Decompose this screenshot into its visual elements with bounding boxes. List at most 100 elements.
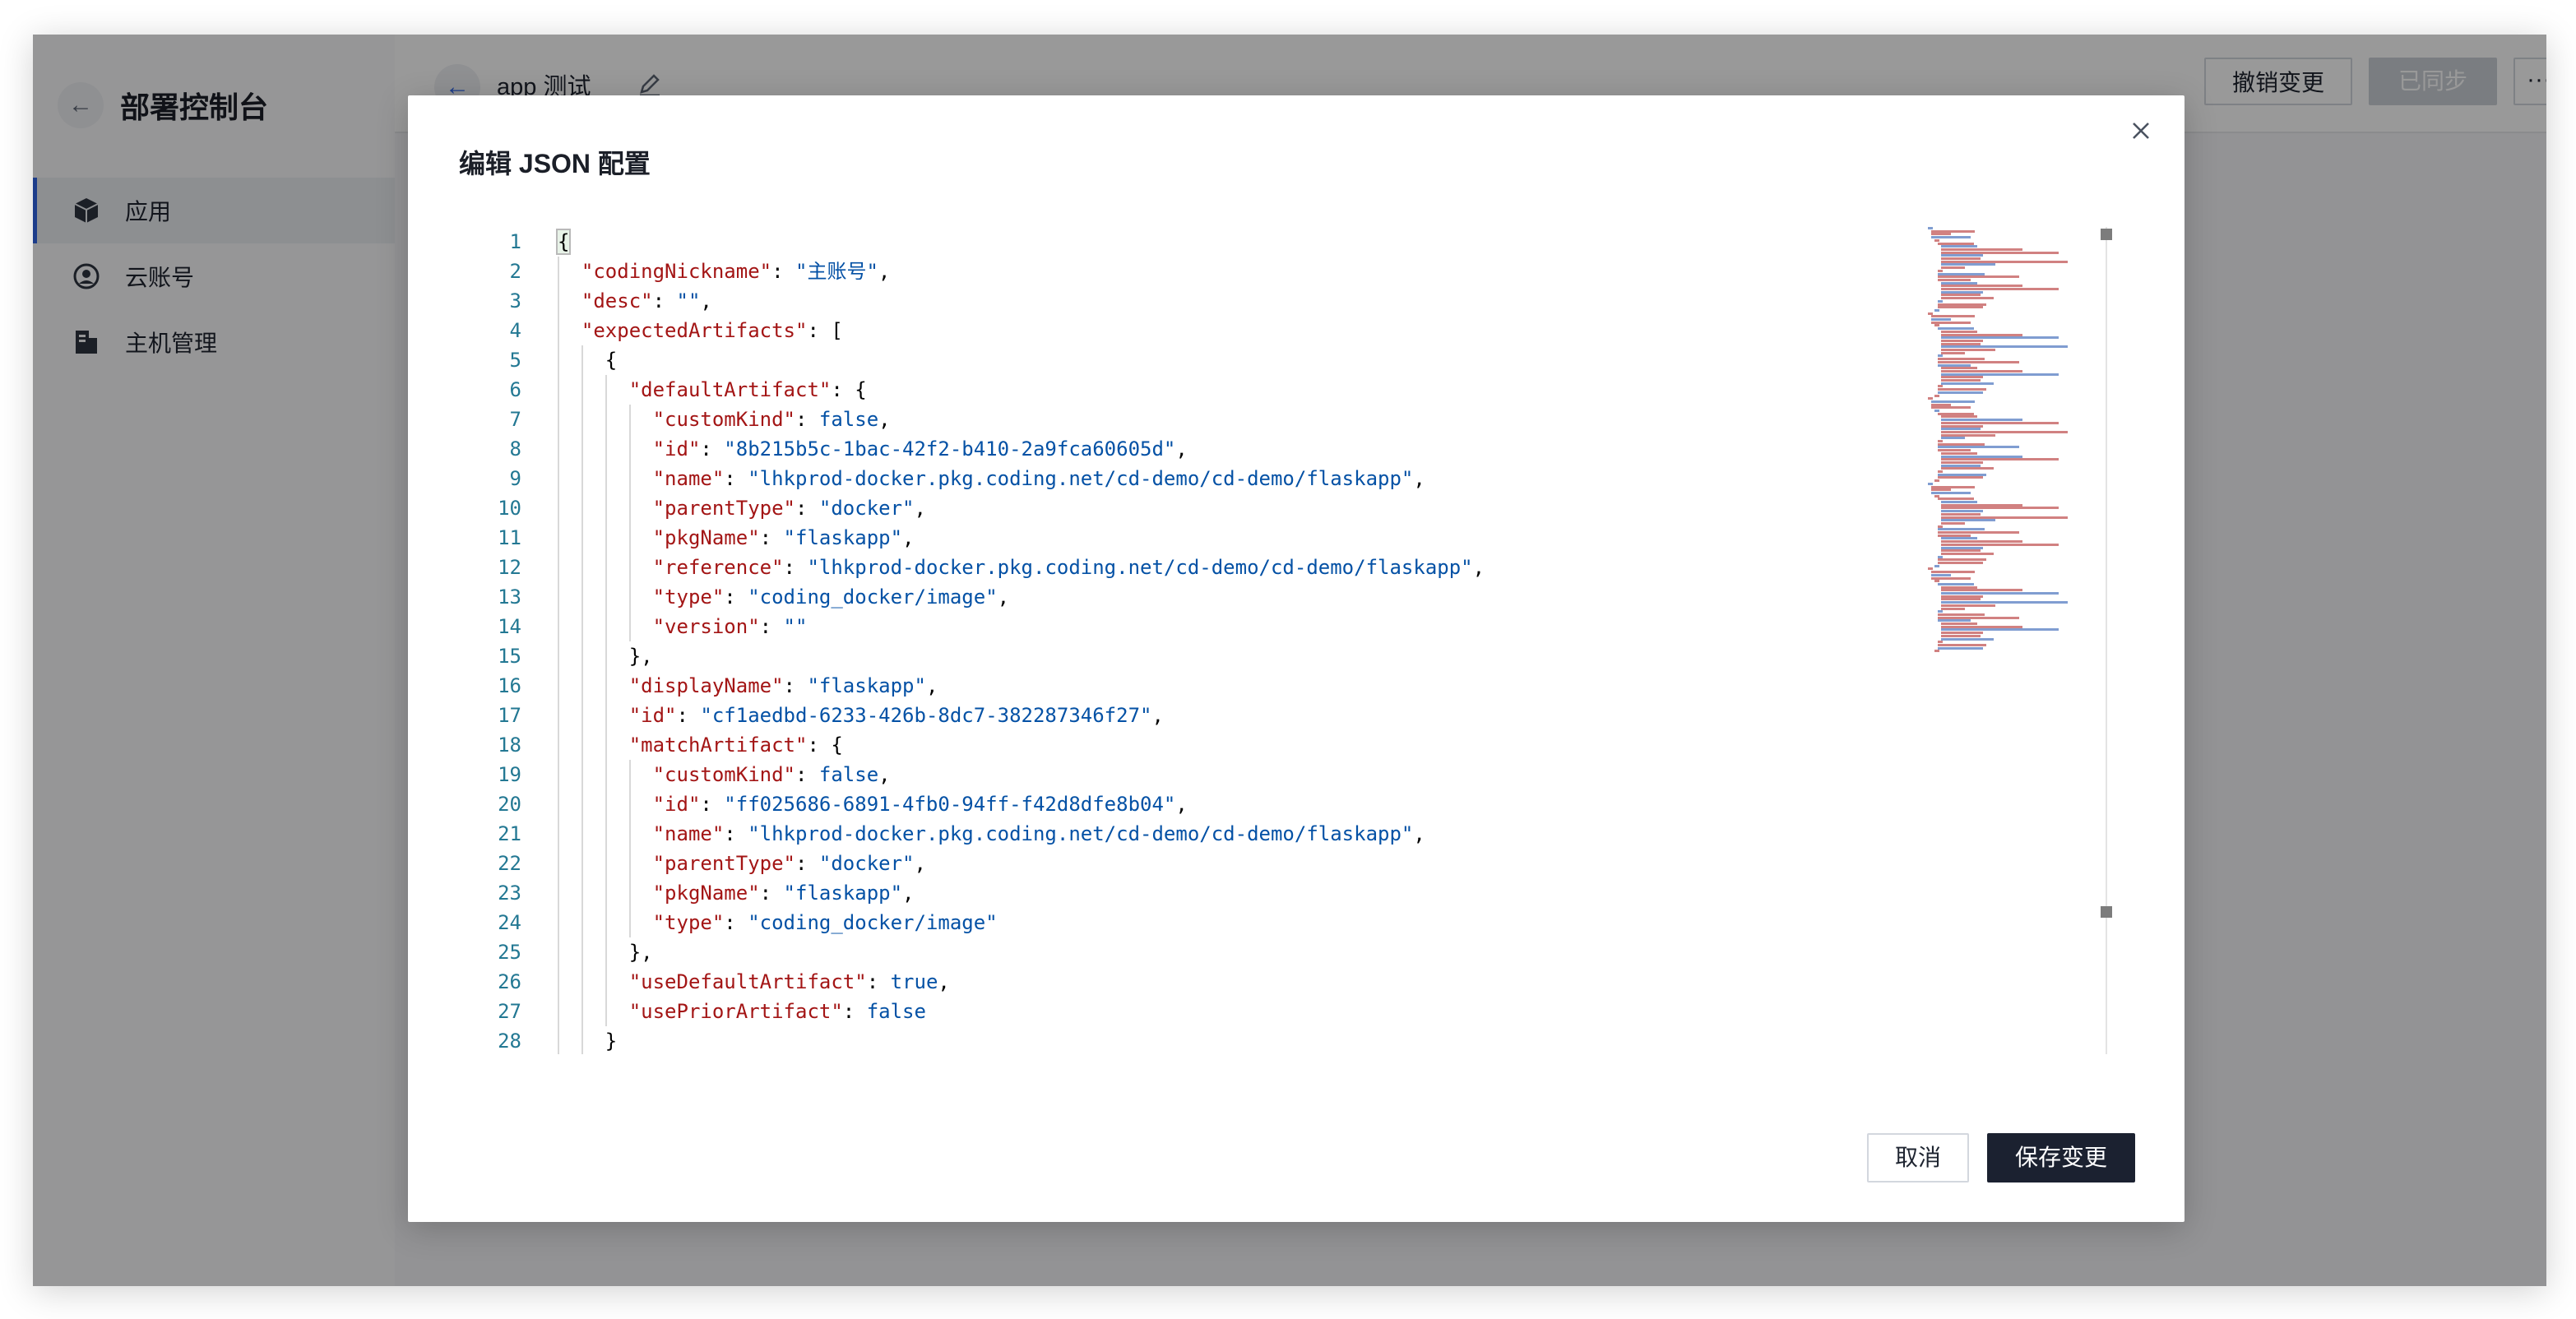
minimap-row	[1941, 254, 1983, 257]
close-button[interactable]	[2120, 110, 2161, 151]
minimap-row	[1938, 412, 1974, 415]
indent-guide	[605, 878, 607, 908]
indent-guide	[558, 405, 559, 434]
indent-guide	[558, 937, 559, 967]
minimap-row	[1941, 342, 1981, 345]
line-number: 6	[509, 378, 521, 401]
code-area[interactable]: { "codingNickname": "主账号", "desc": "", "…	[555, 227, 1887, 1054]
line-number: 24	[498, 911, 521, 934]
code-line: "customKind": false,	[558, 405, 1887, 434]
code-line: "parentType": "docker",	[558, 493, 1887, 523]
minimap-row	[1938, 473, 1987, 476]
line-number: 25	[498, 941, 521, 964]
minimap-row	[1931, 321, 1971, 324]
indent-guide	[605, 493, 607, 523]
code-line: "type": "coding_docker/image",	[558, 582, 1887, 612]
indent-guide	[628, 878, 631, 908]
minimap-row	[1941, 467, 1994, 470]
indent-guide	[581, 523, 583, 553]
indent-guide	[605, 523, 607, 553]
indent-guide	[581, 937, 583, 967]
minimap-row	[1938, 299, 1943, 303]
indent-guide	[628, 553, 631, 582]
indent-guide	[581, 789, 583, 819]
minimap-row	[1931, 315, 1975, 318]
minimap-row	[1941, 601, 2068, 604]
minimap-row	[1941, 604, 1995, 607]
json-code-editor[interactable]: 1 2 3 4 5 6 7 8 9 10 11 12 13 14 15 16 17 18 19 20 21 22 23 24 2…	[459, 227, 2134, 1054]
indent-guide	[581, 641, 583, 671]
indent-guide	[605, 701, 607, 730]
minimap-row	[1941, 430, 2068, 433]
indent-guide	[581, 553, 583, 582]
indent-guide	[558, 375, 559, 405]
editor-scrollbar[interactable]	[2106, 227, 2107, 1054]
indent-guide	[581, 730, 583, 760]
indent-guide	[558, 434, 559, 464]
indent-guide	[605, 789, 607, 819]
minimap-row	[1928, 312, 1933, 315]
minimap-row	[1938, 528, 1985, 531]
minimap-row	[1938, 562, 1983, 564]
indent-guide	[558, 997, 559, 1026]
indent-guide	[581, 760, 583, 789]
line-number-gutter: 1 2 3 4 5 6 7 8 9 10 11 12 13 14 15 16 17 18 19 20 21 22 23 24 2…	[459, 227, 521, 1054]
indent-guide	[628, 582, 631, 612]
cancel-button[interactable]: 取消	[1867, 1133, 1969, 1182]
indent-guide	[628, 405, 631, 434]
line-number: 11	[498, 526, 521, 549]
minimap-row	[1941, 598, 1981, 601]
minimap-row	[1941, 546, 1983, 549]
minimap-row	[1941, 540, 2022, 544]
minimap-row	[1938, 646, 1983, 650]
minimap-row	[1931, 573, 1952, 576]
minimap-row	[1941, 376, 1983, 379]
indent-guide	[605, 760, 607, 789]
minimap-row	[1938, 306, 1983, 309]
indent-guide	[581, 345, 583, 375]
minimap-row	[1938, 498, 1974, 501]
indent-guide	[581, 375, 583, 405]
code-line: "id": "ff025686-6891-4fb0-94ff-f42d8dfe8…	[558, 789, 1887, 819]
indent-guide	[581, 671, 583, 701]
indent-guide	[558, 582, 559, 612]
minimap-row	[1934, 324, 1939, 327]
minimap-row	[1941, 367, 1977, 370]
minimap-row	[1941, 330, 1977, 333]
minimap-row	[1941, 345, 2068, 349]
minimap-row	[1941, 419, 2022, 422]
minimap-row	[1938, 358, 1985, 361]
indent-guide	[581, 493, 583, 523]
indent-guide	[581, 464, 583, 493]
minimap-row	[1938, 242, 1974, 245]
indent-guide	[558, 345, 559, 375]
indent-guide	[581, 819, 583, 849]
minimap-row	[1941, 501, 1977, 503]
minimap-row	[1938, 449, 1971, 452]
indent-guide	[558, 286, 559, 316]
indent-guide	[581, 878, 583, 908]
minimap-row	[1941, 595, 1983, 598]
minimap-row	[1941, 415, 1977, 419]
minimap-row	[1941, 512, 1981, 516]
minimap-row	[1941, 521, 1965, 525]
minimap-row	[1941, 421, 2059, 424]
minimap-row	[1938, 442, 1985, 446]
minimap-row	[1941, 464, 1981, 467]
indent-guide	[558, 730, 559, 760]
minimap-row	[1941, 622, 1977, 625]
minimap-row	[1931, 406, 1971, 410]
minimap-row	[1931, 491, 1971, 494]
minimap-row	[1931, 576, 1971, 580]
line-number: 12	[498, 556, 521, 579]
minimap-row	[1941, 543, 2059, 546]
indent-guide	[628, 493, 631, 523]
line-number: 28	[498, 1030, 521, 1053]
indent-guide	[628, 789, 631, 819]
indent-guide	[605, 908, 607, 937]
minimap-row	[1941, 519, 1995, 522]
indent-guide	[581, 967, 583, 997]
minimap-row	[1941, 297, 1994, 300]
save-changes-button[interactable]: 保存变更	[1987, 1133, 2135, 1182]
editor-minimap[interactable]	[1928, 227, 2092, 655]
